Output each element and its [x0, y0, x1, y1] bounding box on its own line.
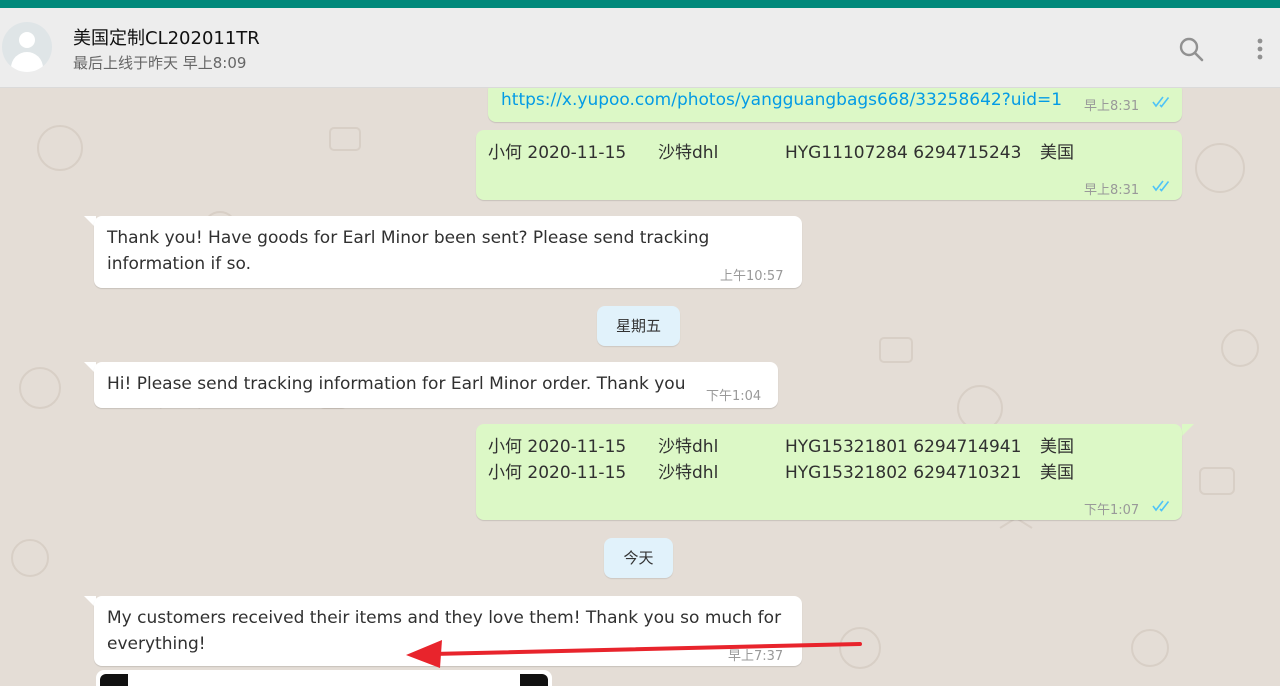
tracking-numbers: HYG15321802 6294710321 — [785, 463, 1022, 483]
app-top-accent-bar — [0, 0, 1280, 8]
tracking-numbers: HYG11107284 6294715243 — [785, 143, 1022, 163]
outgoing-message-bubble[interactable]: 小何 2020-11-15 沙特dhl HYG15321801 62947149… — [476, 424, 1182, 520]
image-corner — [520, 674, 548, 686]
sender-date: 小何 2020-11-15 — [488, 437, 627, 457]
incoming-message-bubble[interactable]: Thank you! Have goods for Earl Minor bee… — [94, 216, 802, 288]
search-icon[interactable] — [1176, 34, 1206, 64]
carrier: 沙特dhl — [658, 463, 719, 483]
avatar-body — [11, 52, 43, 72]
image-corner — [100, 674, 128, 686]
message-time: 下午1:07 — [1084, 503, 1140, 518]
message-text: Hi! Please send tracking information for… — [107, 374, 686, 394]
sender-date: 小何 2020-11-15 — [488, 463, 627, 483]
message-time: 早上8:31 — [1084, 99, 1140, 114]
default-avatar-icon[interactable] — [2, 22, 52, 72]
message-line: information if so. — [107, 254, 251, 274]
day-separator: 星期五 — [597, 306, 680, 346]
message-time: 上午10:57 — [720, 269, 784, 284]
outgoing-message-bubble[interactable]: https://x.yupoo.com/photos/yangguangbags… — [488, 88, 1182, 122]
contact-name[interactable]: 美国定制CL202011TR — [73, 24, 260, 50]
destination: 美国 — [1040, 463, 1074, 483]
double-check-icon — [1152, 96, 1170, 108]
message-time: 下午1:04 — [706, 389, 762, 404]
carrier: 沙特dhl — [658, 143, 719, 163]
day-separator: 今天 — [604, 538, 673, 578]
message-link[interactable]: https://x.yupoo.com/photos/yangguangbags… — [501, 88, 1062, 113]
incoming-message-bubble[interactable]: My customers received their items and th… — [94, 596, 802, 666]
double-check-icon — [1152, 180, 1170, 192]
outgoing-message-bubble[interactable]: 小何 2020-11-15 沙特dhl HYG11107284 62947152… — [476, 130, 1182, 200]
destination: 美国 — [1040, 437, 1074, 457]
destination: 美国 — [1040, 143, 1074, 163]
image-message-preview[interactable] — [96, 670, 552, 686]
chat-header: 美国定制CL202011TR 最后上线于昨天 早上8:09 — [0, 8, 1280, 88]
sender-date: 小何 2020-11-15 — [488, 143, 627, 163]
message-text: Thank you! Have goods for Earl Minor bee… — [107, 225, 709, 277]
avatar-head — [19, 32, 35, 48]
message-text: My customers received their items and th… — [107, 605, 781, 657]
message-line: Thank you! Have goods for Earl Minor bee… — [107, 228, 710, 248]
message-time: 早上8:31 — [1084, 183, 1140, 198]
message-list[interactable]: https://x.yupoo.com/photos/yangguangbags… — [0, 88, 1280, 686]
tracking-numbers: HYG15321801 6294714941 — [785, 437, 1022, 457]
link-text[interactable]: https://x.yupoo.com/photos/yangguangbags… — [501, 90, 1062, 110]
bubble-tail — [1182, 424, 1194, 436]
last-seen-status: 最后上线于昨天 早上8:09 — [73, 54, 247, 72]
double-check-icon — [1152, 500, 1170, 512]
message-line: My customers received their items and th… — [107, 608, 782, 628]
message-line: everything! — [107, 634, 206, 654]
more-vertical-icon[interactable] — [1245, 34, 1275, 64]
carrier: 沙特dhl — [658, 437, 719, 457]
incoming-message-bubble[interactable]: Hi! Please send tracking information for… — [94, 362, 778, 408]
message-time: 早上7:37 — [728, 649, 784, 664]
